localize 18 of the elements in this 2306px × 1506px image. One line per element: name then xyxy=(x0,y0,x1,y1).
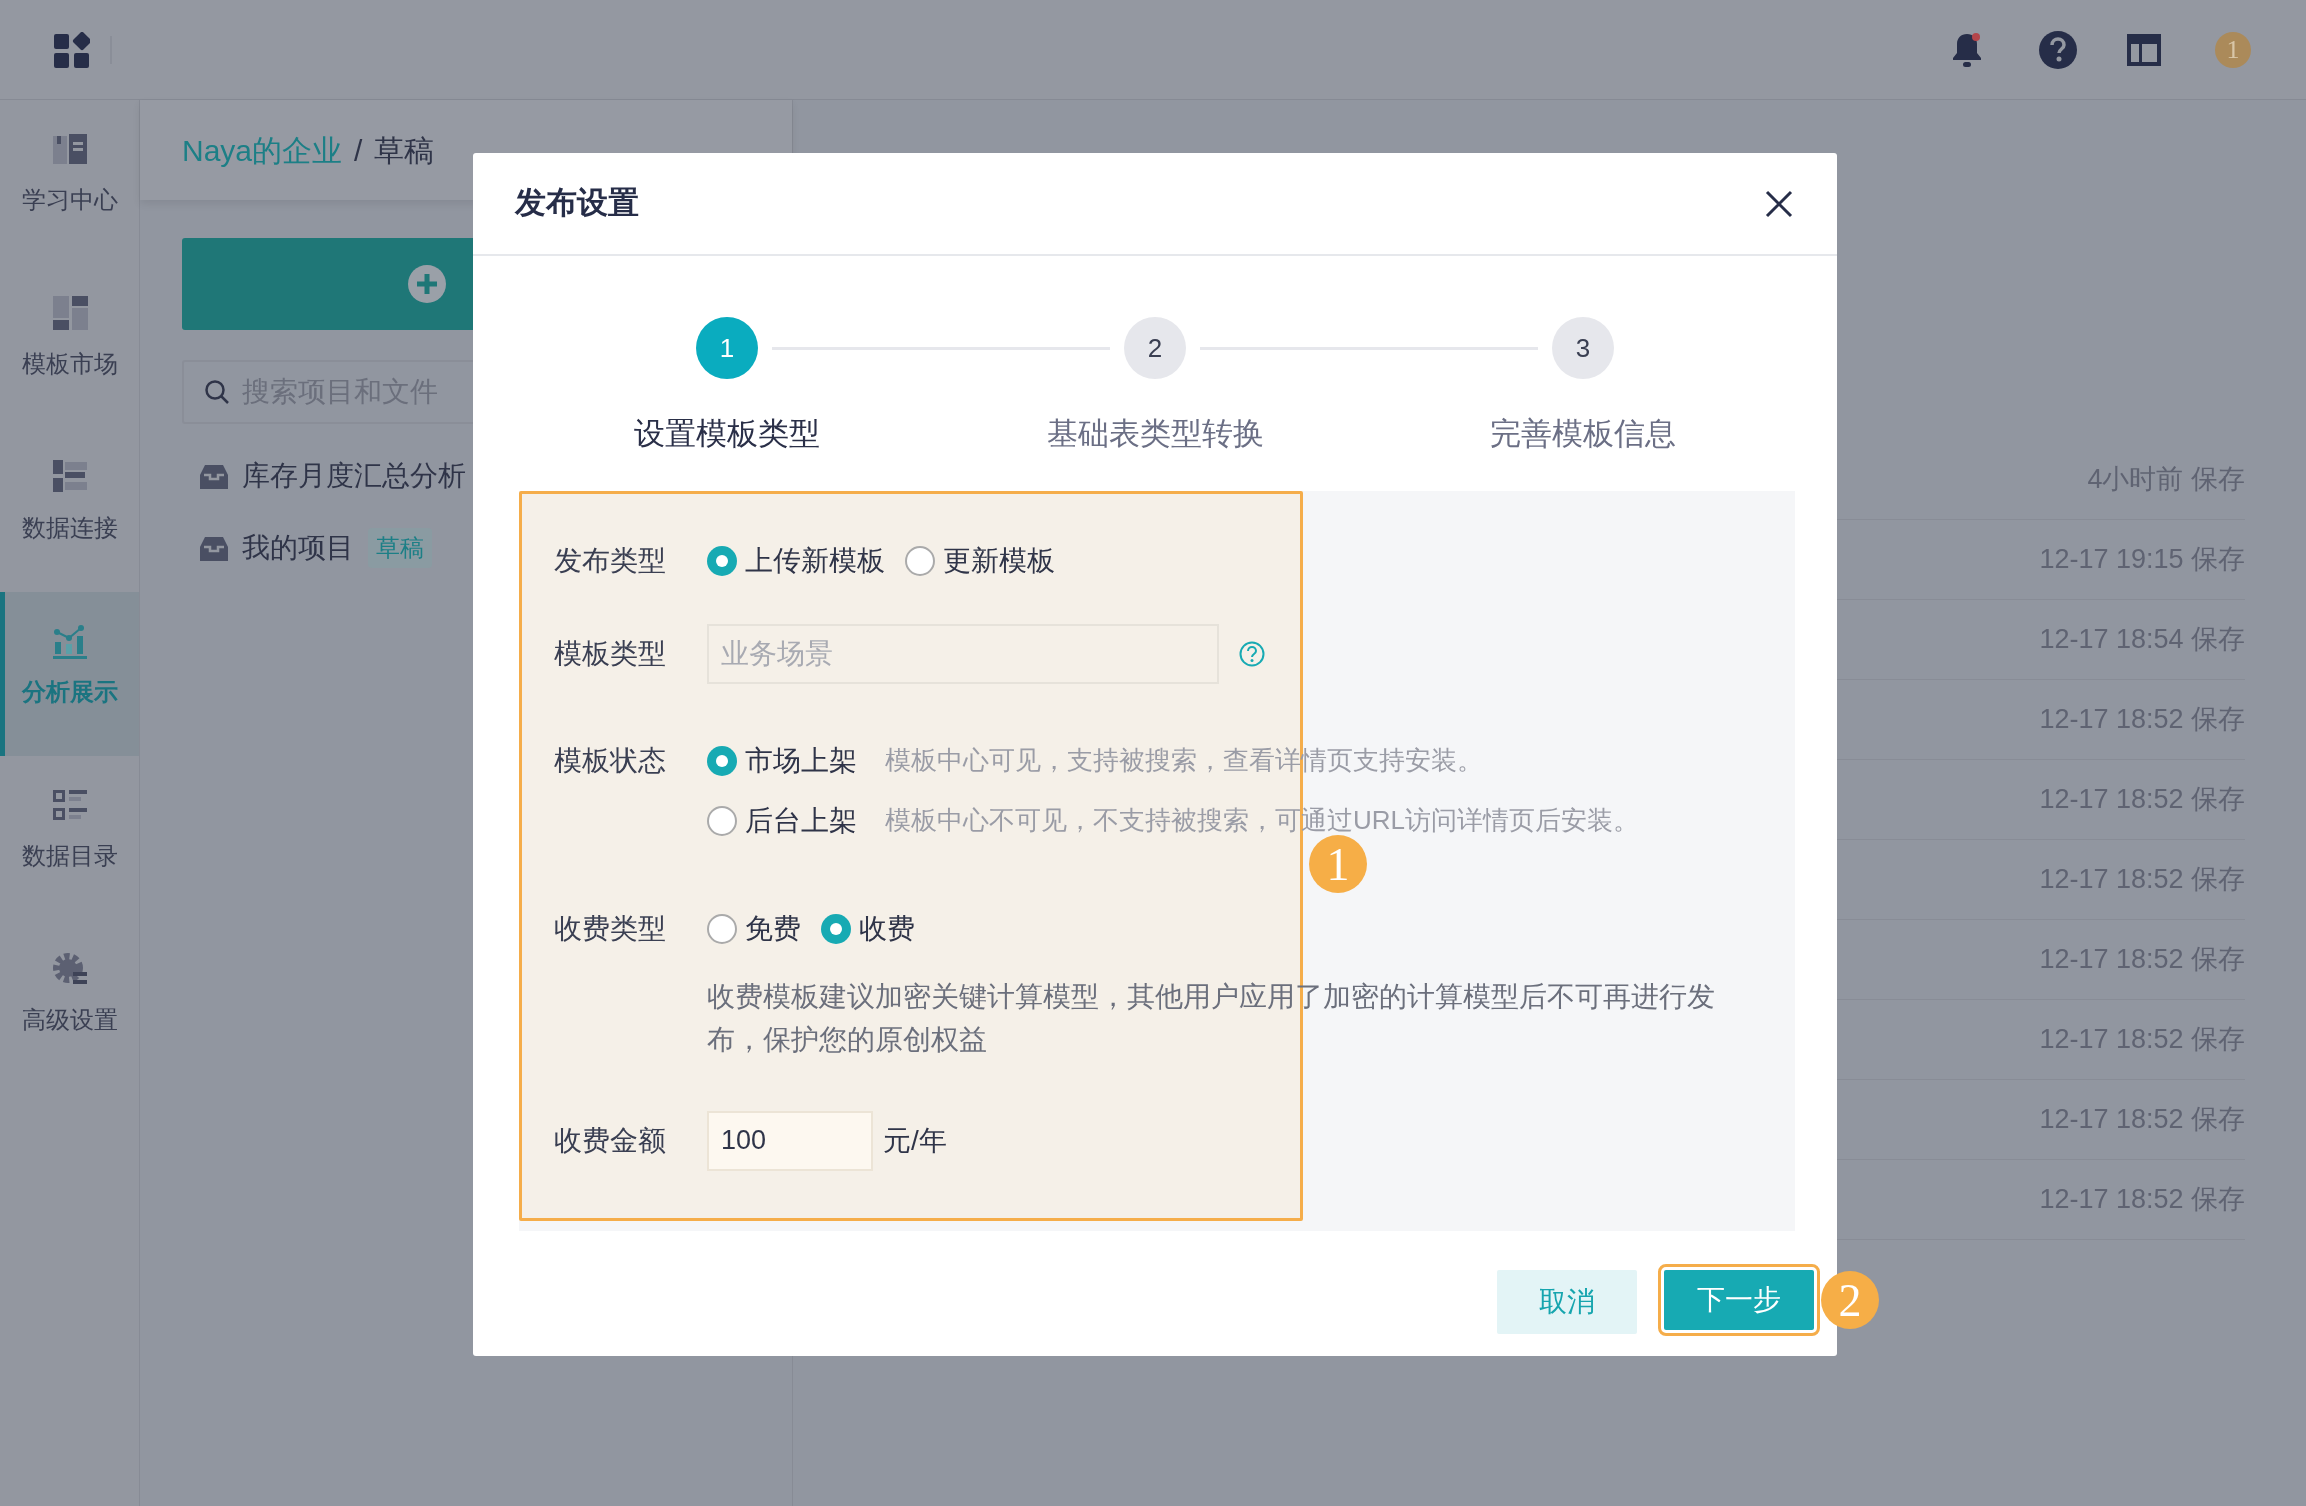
field-label: 收费类型 xyxy=(554,911,667,946)
step-badge: 1 xyxy=(2215,31,2251,68)
field-label: 收费金额 xyxy=(554,1123,667,1158)
step-label: 设置模板类型 xyxy=(634,415,820,453)
step-number: 3 xyxy=(1552,317,1614,379)
field-label: 模板状态 xyxy=(554,743,667,778)
unit-label: 元/年 xyxy=(883,1123,947,1158)
step-number: 1 xyxy=(696,317,758,379)
field-label: 模板类型 xyxy=(554,636,667,671)
step-label: 基础表类型转换 xyxy=(1046,415,1264,453)
step-badge: 2 xyxy=(1821,1271,1879,1329)
step-label: 完善模板信息 xyxy=(1490,415,1676,453)
breadcrumb-current: 草稿 xyxy=(374,132,435,169)
breadcrumb-separator: / xyxy=(354,132,363,169)
status-tag: 草稿 xyxy=(368,528,432,568)
step-number: 2 xyxy=(1124,317,1186,379)
field-label: 发布类型 xyxy=(554,543,667,578)
dialog-title: 发布设置 xyxy=(515,184,639,223)
